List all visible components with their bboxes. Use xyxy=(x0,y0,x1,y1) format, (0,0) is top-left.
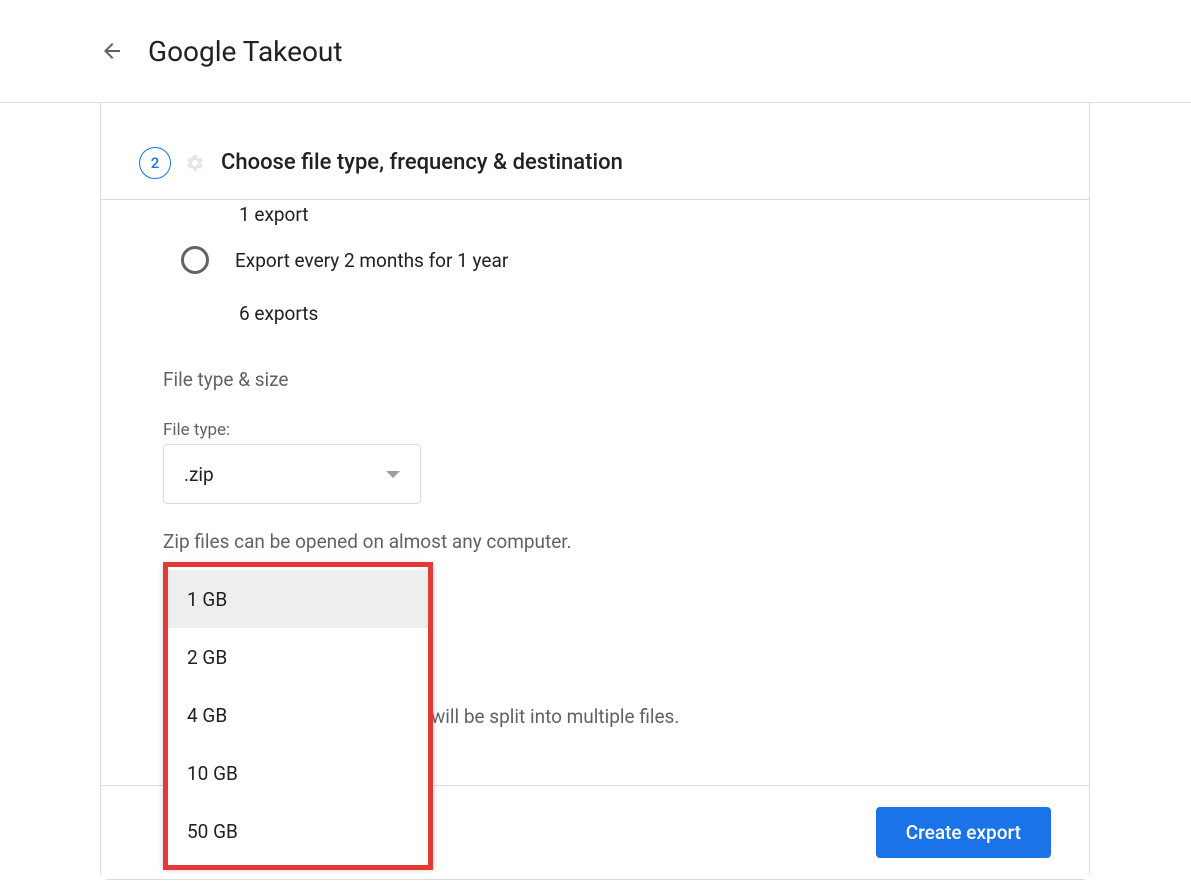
chevron-down-icon xyxy=(386,471,400,478)
filetype-helper: Zip files can be opened on almost any co… xyxy=(163,530,572,553)
frequency-option2-label: Export every 2 months for 1 year xyxy=(235,249,508,272)
top-bar: Google Takeout xyxy=(0,0,1191,103)
size-option-10gb[interactable]: 10 GB xyxy=(163,744,433,802)
frequency-option2-row[interactable]: Export every 2 months for 1 year xyxy=(181,246,508,274)
gear-icon xyxy=(181,149,209,177)
create-export-button[interactable]: Create export xyxy=(876,807,1051,858)
frequency-option2-sub: 6 exports xyxy=(239,302,318,325)
step-header: 2 Choose file type, frequency & destinat… xyxy=(101,126,1089,200)
filetype-label: File type: xyxy=(163,420,230,440)
body-area: 1 export Export every 2 months for 1 yea… xyxy=(101,200,1089,879)
size-option-4gb[interactable]: 4 GB xyxy=(163,686,433,744)
radio-unchecked-icon[interactable] xyxy=(181,246,209,274)
size-helper-tail: will be split into multiple files. xyxy=(431,705,679,728)
frequency-option1-sub: 1 export xyxy=(239,203,309,226)
filetype-section-heading: File type & size xyxy=(163,368,289,391)
filetype-select[interactable]: .zip xyxy=(163,444,421,504)
step-title: Choose file type, frequency & destinatio… xyxy=(221,150,623,175)
size-option-1gb[interactable]: 1 GB xyxy=(163,570,433,628)
content-card: When your files are ready, you'll get an… xyxy=(100,0,1090,880)
step-number-badge: 2 xyxy=(139,147,171,179)
filetype-select-value: .zip xyxy=(184,463,214,486)
size-option-50gb[interactable]: 50 GB xyxy=(163,802,433,860)
size-dropdown-menu: 1 GB 2 GB 4 GB 10 GB 50 GB xyxy=(163,562,433,868)
size-option-2gb[interactable]: 2 GB xyxy=(163,628,433,686)
page-title: Google Takeout xyxy=(148,35,343,68)
back-arrow-icon[interactable] xyxy=(100,39,124,63)
